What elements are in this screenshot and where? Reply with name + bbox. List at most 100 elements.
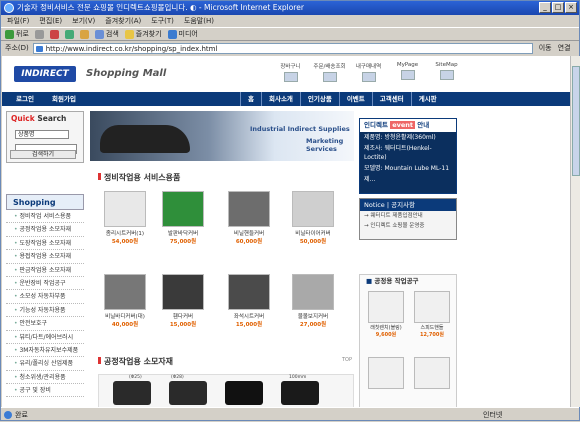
category-item[interactable]: 공정작업용 소모자재	[6, 223, 84, 237]
scrollbar-thumb[interactable]	[572, 66, 580, 176]
notice-title[interactable]: Notice | 공지사항	[360, 199, 456, 211]
product-card[interactable]: 비닐바디커버(대) 40,000원	[100, 274, 150, 328]
go-button[interactable]: 이동	[539, 43, 552, 53]
favorites-button[interactable]: 즐겨찾기	[124, 28, 162, 40]
forward-button[interactable]	[34, 28, 44, 40]
tool-card[interactable]	[366, 357, 406, 389]
category-item[interactable]: 공구 및 장비	[6, 384, 84, 398]
event-box[interactable]: 인디렉트 event 안내 제품명: 방청윤활제(360ml) 제조사: 웨터디…	[359, 118, 457, 194]
menu-file[interactable]: 파일(F)	[7, 15, 29, 27]
category-item[interactable]: 기능성 자동차용품	[6, 304, 84, 318]
tool-card[interactable]: 스피드핸들 12,700원	[412, 291, 452, 338]
category-item[interactable]: 3M자동차유지보수제품	[6, 344, 84, 358]
tools-box: 공정용 작업공구 래칫렌치(블링)9,600원 스피드핸들12,700원	[359, 274, 457, 407]
product-image	[104, 191, 146, 227]
product-card[interactable]: 발판바닥커버 75,000원	[158, 191, 208, 245]
media-button[interactable]: 미디어	[167, 28, 198, 40]
product-image[interactable]	[113, 381, 151, 405]
product-card[interactable]: 휀다커버 15,000원	[158, 274, 208, 328]
product-image	[228, 274, 270, 310]
product-card[interactable]: 좀리시트커버(1) 54,000원	[100, 191, 150, 245]
address-label: 주소(D)	[5, 44, 29, 52]
product-card[interactable]: 물몰보지커버 27,000원	[288, 274, 338, 328]
back-button[interactable]: 뒤로	[5, 28, 29, 40]
site-logo[interactable]: INDIRECT	[14, 66, 76, 82]
banner-line1: Industrial Indirect Supplies	[250, 125, 350, 133]
links-button[interactable]: 연결	[558, 43, 571, 53]
category-item[interactable]: 용접작업용 소모자재	[6, 250, 84, 264]
category-item[interactable]: 도장작업용 소모자재	[6, 237, 84, 251]
close-button[interactable]: ×	[565, 2, 577, 13]
menu-view[interactable]: 보기(V)	[72, 15, 95, 27]
category-item[interactable]: 유리/폴리싱 산업제품	[6, 357, 84, 371]
menu-edit[interactable]: 편집(E)	[39, 15, 62, 27]
tool-card[interactable]	[412, 357, 452, 389]
stop-icon	[49, 29, 59, 39]
stop-button[interactable]	[49, 28, 59, 40]
product-image[interactable]	[169, 381, 207, 405]
maximize-button[interactable]: □	[552, 2, 564, 13]
top-nav-mypage[interactable]: MyPage	[391, 62, 424, 82]
section-title-service: 정비작업용 서비스용품	[98, 172, 180, 183]
section-title-consumables: 공정작업용 소모자재	[98, 356, 173, 367]
nav-board[interactable]: 게시판	[410, 92, 444, 106]
page-icon	[4, 411, 12, 419]
search-button[interactable]: 검색	[94, 28, 119, 40]
login-link[interactable]: 로그인	[16, 92, 34, 106]
address-input[interactable]: http://www.indirect.co.kr/shopping/sp_in…	[32, 42, 533, 54]
product-image[interactable]	[281, 381, 319, 405]
product-image	[414, 357, 450, 389]
menu-tools[interactable]: 도구(T)	[151, 15, 174, 27]
product-image	[292, 191, 334, 227]
top-nav-sitemap[interactable]: SiteMap	[430, 62, 463, 82]
tool-card[interactable]: 래칫렌치(블링) 9,600원	[366, 291, 406, 338]
home-button[interactable]	[79, 28, 89, 40]
category-menu: Shopping 정비작업 서비스용품 공정작업용 소모자재 도장작업용 소모자…	[6, 194, 84, 407]
event-badge: event	[390, 121, 415, 129]
category-item[interactable]: 청소위생/관리용품	[6, 371, 84, 385]
product-card[interactable]: 비닐타이어커버 50,000원	[288, 191, 338, 245]
product-card[interactable]: 좌석시트커버 15,000원	[224, 274, 274, 328]
top-nav-history[interactable]: 내구매내역	[352, 62, 385, 82]
product-image	[162, 191, 204, 227]
nav-event[interactable]: 이벤트	[338, 92, 372, 106]
hero-banner[interactable]: Industrial Indirect Supplies Marketing S…	[90, 111, 354, 161]
top-button[interactable]: TOP	[342, 357, 352, 363]
top-nav-orders[interactable]: 주문/배송조회	[313, 62, 346, 82]
category-item[interactable]: 안전보호구	[6, 317, 84, 331]
media-icon	[167, 29, 177, 39]
category-item[interactable]: 소모성 자동차부품	[6, 290, 84, 304]
refresh-button[interactable]	[64, 28, 74, 40]
menu-favorites[interactable]: 즐겨찾기(A)	[105, 15, 141, 27]
nav-home[interactable]: 홈	[240, 92, 261, 106]
nav-popular[interactable]: 인기상품	[299, 92, 339, 106]
product-image	[228, 191, 270, 227]
product-image	[104, 274, 146, 310]
category-item[interactable]: 운반장비 작업공구	[6, 277, 84, 291]
search-category-select[interactable]: 상품명	[15, 130, 69, 139]
product-image	[368, 291, 404, 323]
join-link[interactable]: 회원가입	[52, 92, 76, 106]
top-nav-cart[interactable]: 장바구니	[274, 62, 307, 82]
status-bar: 완료 인터넷	[1, 407, 579, 421]
category-item[interactable]: 판금작업용 소모자재	[6, 264, 84, 277]
notice-item[interactable]: → 인디렉트 쇼핑몰 운영중	[360, 221, 456, 231]
address-bar: 주소(D) http://www.indirect.co.kr/shopping…	[1, 41, 579, 55]
browser-window: 기술자 정비서비스 전문 쇼핑몰 인디렉트쇼핑몰입니다. ◐ - Microso…	[0, 0, 580, 421]
search-submit-button[interactable]: 검색하기	[10, 150, 76, 159]
minimize-button[interactable]: _	[539, 2, 551, 13]
notice-box: Notice | 공지사항 → 웨터디트 제품입점안내 → 인디렉트 쇼핑몰 운…	[359, 198, 457, 240]
category-item[interactable]: 정비작업 서비스용품	[6, 210, 84, 224]
product-image[interactable]	[225, 381, 263, 405]
home-icon	[79, 29, 89, 39]
nav-support[interactable]: 고객센터	[371, 92, 411, 106]
forward-arrow-icon	[34, 29, 44, 39]
nav-about[interactable]: 회사소개	[260, 92, 300, 106]
document-icon	[361, 72, 376, 82]
product-card[interactable]: 비닐핸들커버 60,000원	[224, 191, 274, 245]
vertical-scrollbar[interactable]	[570, 56, 580, 407]
category-item[interactable]: 뷰티/다트/에어브러시	[6, 331, 84, 344]
notice-item[interactable]: → 웨터디트 제품입점안내	[360, 211, 456, 221]
product-image	[368, 357, 404, 389]
menu-help[interactable]: 도움말(H)	[184, 15, 214, 27]
